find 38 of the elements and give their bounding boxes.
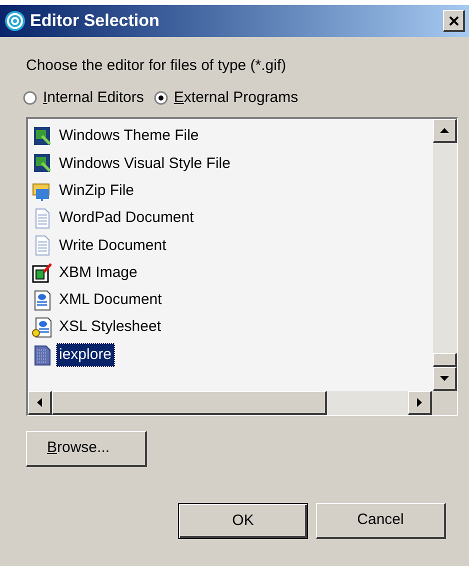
list-item[interactable]: Windows Visual Style File <box>56 152 234 176</box>
ok-button[interactable]: OK <box>178 503 308 539</box>
list-item[interactable]: XSL Stylesheet <box>56 315 164 340</box>
image-file-icon <box>32 262 53 284</box>
browse-button[interactable]: Browse... <box>26 431 147 467</box>
xml-document-icon <box>32 290 53 311</box>
scroll-thumb[interactable] <box>52 391 327 415</box>
radio-button[interactable]: External Programs <box>154 86 298 110</box>
stylesheet-icon <box>32 317 53 338</box>
close-icon <box>448 16 458 26</box>
app-icon <box>4 10 26 32</box>
cancel-button[interactable]: Cancel <box>316 503 446 539</box>
list-item[interactable]: Write Document <box>56 234 170 258</box>
list-item[interactable]: WordPad Document <box>56 206 197 231</box>
scroll-down-button[interactable] <box>433 367 457 391</box>
scroll-up-button[interactable] <box>433 119 457 143</box>
horizontal-scrollbar[interactable] <box>28 391 432 415</box>
list-item[interactable]: iexplore <box>56 342 115 368</box>
list-item[interactable]: WinZip File <box>56 178 138 204</box>
window-title: Editor Selection <box>30 10 160 32</box>
theme-file-icon <box>32 153 53 174</box>
scroll-left-button[interactable] <box>28 391 52 415</box>
close-button[interactable] <box>443 10 465 32</box>
list-item[interactable]: XBM Image <box>56 260 140 286</box>
scroll-thumb[interactable] <box>433 353 457 367</box>
theme-file-icon <box>32 126 53 148</box>
scroll-right-button[interactable] <box>408 391 432 415</box>
program-file-icon <box>32 344 53 366</box>
list-item[interactable]: XML Document <box>56 288 165 313</box>
up-arrow-icon <box>440 128 449 133</box>
down-arrow-icon <box>440 376 449 381</box>
scrollbar-corner <box>432 391 457 415</box>
vertical-scrollbar[interactable] <box>433 119 457 391</box>
list-item[interactable]: Windows Theme File <box>56 124 202 149</box>
left-arrow-icon <box>37 398 42 407</box>
right-arrow-icon <box>417 398 422 407</box>
prompt-text: Choose the editor for files of type (*.gif) <box>26 56 288 76</box>
radio-button[interactable]: Internal Editors <box>23 86 144 110</box>
